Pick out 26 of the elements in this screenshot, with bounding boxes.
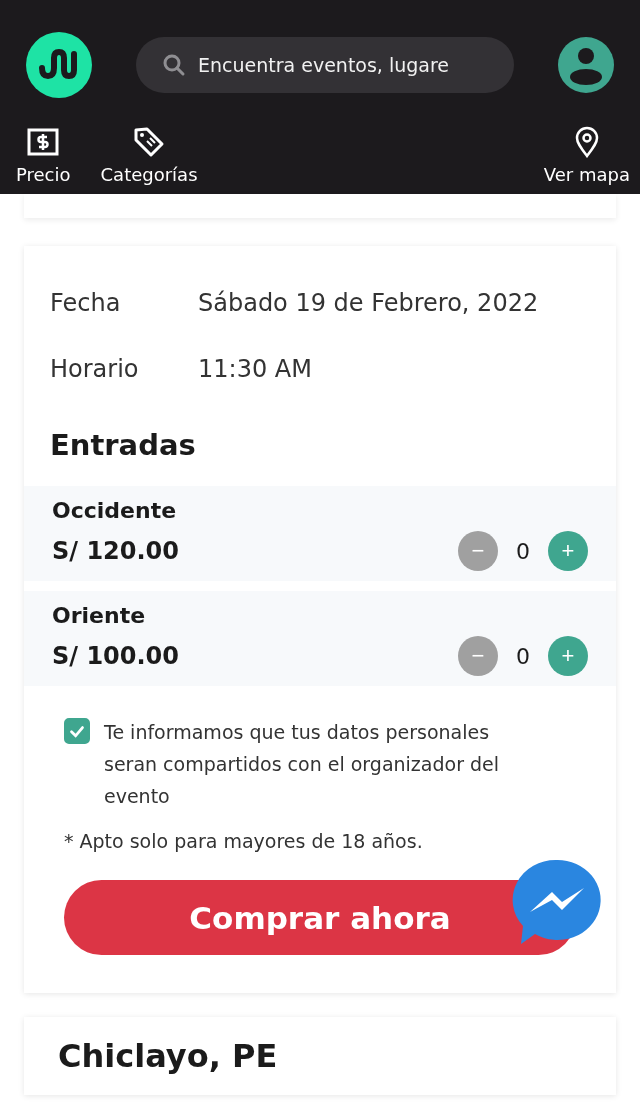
location-title: Chiclayo, PE <box>58 1037 279 1075</box>
nav-button[interactable]: Ver mapa <box>535 126 638 185</box>
ticket-name: Oriente <box>52 603 147 628</box>
user-avatar-icon[interactable] <box>558 37 614 93</box>
quantity-value: 0 <box>516 538 530 564</box>
search-field[interactable]: Encuentra eventos, lugare <box>136 37 514 93</box>
tag-icon <box>133 126 165 158</box>
plus-button[interactable]: + <box>548 636 588 676</box>
ticket-price: S/ 100.00 <box>52 642 180 670</box>
consent-checkbox[interactable] <box>64 718 90 744</box>
detail-value: Sábado 19 de Febrero, 2022 <box>198 289 539 317</box>
nav-button[interactable]: Precio <box>8 126 79 185</box>
ticket-name: Occidente <box>52 498 178 523</box>
quantity-value: 0 <box>516 643 530 669</box>
section-title: Entradas <box>50 428 197 462</box>
detail-label: Horario <box>50 355 140 383</box>
nav-button[interactable]: Categorías <box>92 126 206 185</box>
ticket-price: S/ 120.00 <box>52 537 180 565</box>
search-icon <box>162 53 186 77</box>
dollar-icon <box>27 126 60 158</box>
logo-icon[interactable] <box>26 32 92 98</box>
consent-text: Te informamos que tus datos personales seran compartidos con el organizador del evento <box>104 720 501 809</box>
plus-button[interactable]: + <box>548 531 588 571</box>
detail-label: Fecha <box>50 289 122 317</box>
age-note: * Apto solo para mayores de 18 años. <box>64 830 424 852</box>
detail-value: 11:30 AM <box>198 355 312 383</box>
